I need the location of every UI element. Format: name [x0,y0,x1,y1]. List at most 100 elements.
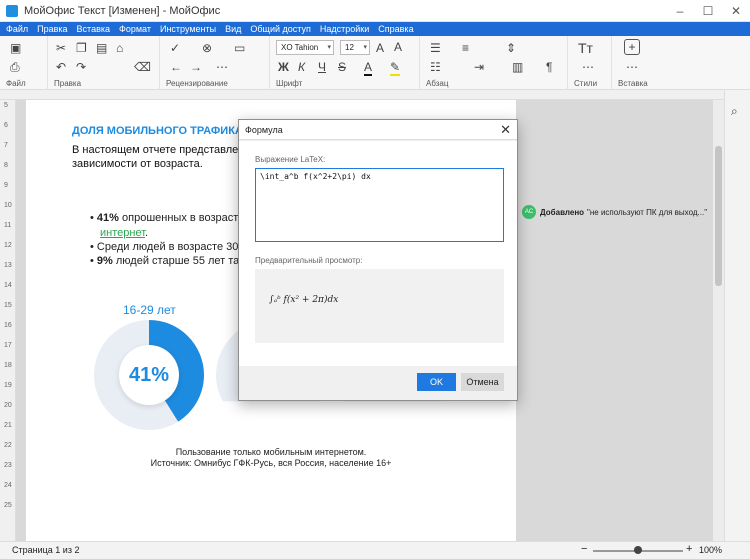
bullet-bold: 41% [96,212,119,224]
maximize-button[interactable]: ☐ [694,4,722,18]
group-insert: + ⋯ Вставка [612,36,656,90]
chevron-down-icon: ▾ [363,44,367,51]
group-file: ▣ ⎙ Файл [0,36,48,90]
accept-change-icon[interactable]: ✓ [170,41,180,55]
vertical-scrollbar[interactable] [713,100,724,541]
undo-icon[interactable]: ↶ [56,60,66,74]
zoom-level[interactable]: 100% [699,545,722,555]
font-size-select[interactable]: 12 ▾ [340,40,370,55]
scrollbar-thumb[interactable] [715,146,722,286]
bullet-text: Среди людей в возрасте 30-5 [96,241,249,253]
font-name-value: XO Tahion [281,43,319,52]
comment-annotation[interactable]: AC Добавлено "не используют ПК для выход… [522,205,707,219]
menu-help[interactable]: Справка [378,24,413,34]
format-painter-icon[interactable]: ⌂ [116,41,123,55]
ruler-number: 6 [4,122,8,129]
latex-input[interactable]: \int_a^b f(x^2+2\pi) dx [255,168,504,242]
underline-button[interactable]: Ч [318,60,326,74]
menu-tools[interactable]: Инструменты [160,24,216,34]
title-bar: МойОфис Текст [Изменен] - МойОфис – ☐ ✕ [0,0,750,22]
group-label-insert: Вставка [618,79,648,88]
preview-formula: ∫ₐᵇ f(x² + 2π)dx [269,295,339,305]
save-icon[interactable]: ▣ [10,41,21,55]
paragraph-marks-icon[interactable]: ¶ [546,60,552,74]
donut-chart: 41% [94,320,204,430]
prev-change-icon[interactable]: ← [170,60,182,74]
group-label-review: Рецензирование [166,79,228,88]
ruler-number: 11 [4,222,12,229]
print-icon[interactable]: ⎙ [10,60,20,74]
donut-percent: 41% [128,364,170,386]
more-styles-icon[interactable]: ⋯ [582,60,594,74]
numbered-list-icon[interactable]: ☷ [430,60,441,74]
reject-change-icon[interactable]: ⊗ [202,41,212,55]
group-font: XO Tahion ▾ 12 ▾ A A Ж К Ч S A ✎ Шрифт [270,36,420,90]
copy-icon[interactable]: ❐ [76,41,87,55]
group-review: ✓ ⊗ ▭ ← → ⋯ Рецензирование [160,36,270,90]
decrease-font-icon[interactable]: A [394,40,402,54]
bullet-end: . [145,227,149,239]
increase-font-icon[interactable]: A [376,41,384,55]
line-spacing-icon[interactable]: ⇕ [506,41,516,55]
group-label-paragraph: Абзац [426,79,449,88]
avatar: AC [522,205,536,219]
menu-sharing[interactable]: Общий доступ [250,24,310,34]
minimize-button[interactable]: – [666,4,694,18]
close-icon[interactable]: ✕ [500,122,511,138]
highlight-icon[interactable]: ✎ [390,60,401,76]
more-review-icon[interactable]: ⋯ [216,60,228,74]
bold-button[interactable]: Ж [278,60,289,74]
zoom-out-button[interactable]: − [581,543,587,555]
font-color-icon[interactable]: A [364,60,373,76]
search-icon[interactable]: ⌕ [731,104,738,118]
bullet-bold: 9% [96,255,113,267]
ruler-number: 19 [4,382,12,389]
paste-icon[interactable]: ▤ [96,41,107,55]
italic-button[interactable]: К [298,60,305,74]
insert-icon[interactable]: + [624,39,640,55]
comment-icon[interactable]: ▭ [234,41,245,55]
font-size-value: 12 [345,43,354,52]
list-item: • 9% людей старше 55 лет так [90,255,245,267]
next-change-icon[interactable]: → [190,60,202,74]
comment-action: Добавлено [540,207,585,217]
strikethrough-button[interactable]: S [338,60,346,74]
chevron-down-icon: ▾ [327,44,331,51]
link-text[interactable]: интернет [100,227,145,239]
app-icon [6,4,18,17]
group-styles: Tт ⋯ Стили [568,36,612,90]
formula-preview: ∫ₐᵇ f(x² + 2π)dx [255,269,504,343]
cut-icon[interactable]: ✂ [56,41,66,55]
bullet-list-icon[interactable]: ☰ [430,41,441,55]
group-edit: ✂ ❐ ▤ ⌂ ↶ ↷ ⌫ Правка [48,36,160,90]
menu-format[interactable]: Формат [119,24,151,34]
menu-edit[interactable]: Правка [37,24,67,34]
group-label-edit: Правка [54,79,82,88]
zoom-slider-handle[interactable] [634,546,642,554]
indent-icon[interactable]: ⇥ [474,60,484,74]
ruler-number: 10 [4,202,12,209]
menu-file[interactable]: Файл [6,24,28,34]
window-title: МойОфис Текст [Изменен] - МойОфис [24,4,221,17]
latex-label: Выражение LaTeX: [255,155,326,164]
align-icon[interactable]: ≡ [462,41,469,55]
clear-format-icon[interactable]: ⌫ [134,60,151,74]
paragraph-line: В настоящем отчете представлена с [72,144,259,156]
columns-icon[interactable]: ▥ [512,60,523,74]
zoom-in-button[interactable]: + [686,543,692,555]
ok-button[interactable]: OK [417,373,456,391]
styles-icon[interactable]: Tт [578,41,593,55]
vertical-ruler: 5 6 7 8 9 10 11 12 13 14 15 16 17 18 19 … [0,100,16,541]
more-insert-icon[interactable]: ⋯ [626,60,638,74]
horizontal-ruler[interactable] [0,90,750,100]
font-name-select[interactable]: XO Tahion ▾ [276,40,334,55]
close-window-button[interactable]: ✕ [722,4,750,18]
right-sidebar: ⌕ [724,90,750,541]
menu-addons[interactable]: Надстройки [320,24,369,34]
redo-icon[interactable]: ↷ [76,60,86,74]
menu-insert[interactable]: Вставка [77,24,110,34]
menu-view[interactable]: Вид [225,24,241,34]
list-item-continued: интернет. [100,227,148,239]
dialog-body: Выражение LaTeX: \int_a^b f(x^2+2\pi) dx… [239,141,517,366]
cancel-button[interactable]: Отмена [461,373,504,391]
